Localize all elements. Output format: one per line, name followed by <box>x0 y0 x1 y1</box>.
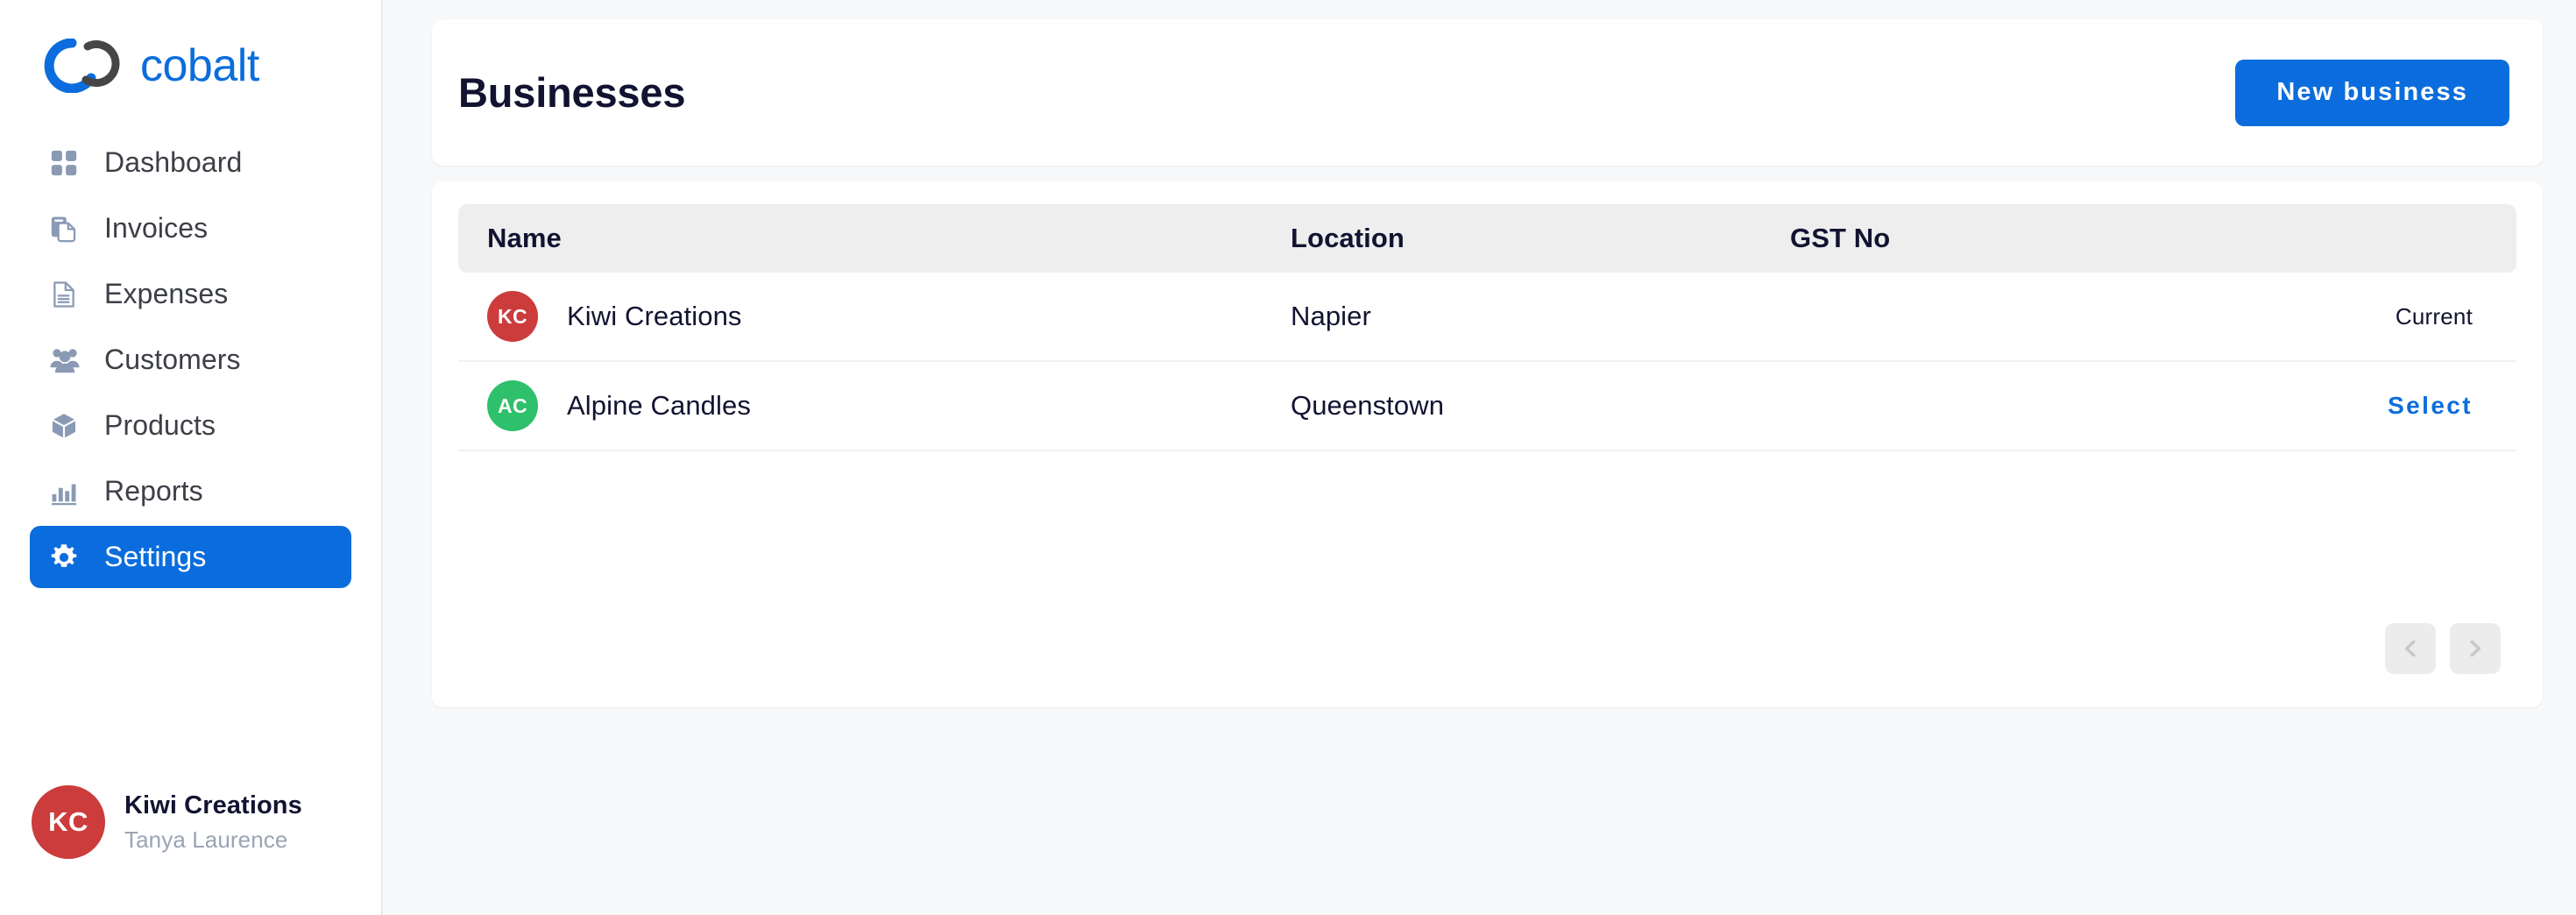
sidebar-item-label: Dashboard <box>104 146 243 178</box>
table-row[interactable]: AC Alpine Candles Queenstown Select <box>458 362 2516 451</box>
pagination <box>458 623 2516 681</box>
avatar: KC <box>487 291 538 342</box>
cell-location: Napier <box>1291 301 1371 331</box>
gear-icon <box>49 543 88 572</box>
cobalt-logo-icon: cobalt <box>44 39 260 93</box>
document-icon <box>49 280 88 309</box>
sidebar-item-reports[interactable]: Reports <box>30 460 351 522</box>
people-icon <box>49 344 88 376</box>
pagination-next-button[interactable] <box>2450 623 2501 674</box>
page-title: Businesses <box>458 69 686 116</box>
cube-icon <box>49 411 88 441</box>
avatar: AC <box>487 380 538 431</box>
sidebar-item-label: Products <box>104 409 216 441</box>
sidebar-item-invoices[interactable]: Invoices <box>30 197 351 259</box>
table-header-row: Name Location GST No <box>458 204 2516 273</box>
page-header-card: Businesses New business <box>432 19 2543 166</box>
grid-icon <box>49 148 88 178</box>
sidebar-user-profile[interactable]: KC Kiwi Creations Tanya Laurence <box>0 785 381 859</box>
main-content: Businesses New business Name Location GS… <box>383 0 2576 915</box>
bar-chart-icon <box>49 477 88 507</box>
user-person-name: Tanya Laurence <box>124 826 288 853</box>
chevron-right-icon <box>2470 640 2481 657</box>
sidebar-item-customers[interactable]: Customers <box>30 329 351 391</box>
sidebar-item-label: Settings <box>104 541 207 572</box>
status-badge: Current <box>2395 302 2473 330</box>
invoices-icon <box>49 214 88 244</box>
app-logo[interactable]: cobalt <box>0 0 381 131</box>
cell-action: Current <box>2227 303 2516 330</box>
column-header-name: Name <box>487 223 562 253</box>
column-header-location: Location <box>1291 223 1405 253</box>
sidebar-item-products[interactable]: Products <box>30 394 351 457</box>
sidebar-item-label: Customers <box>104 344 241 375</box>
user-text: Kiwi Creations Tanya Laurence <box>124 791 302 854</box>
sidebar-item-label: Expenses <box>104 278 229 309</box>
sidebar: cobalt Dashboard Invoices Expenses Custo… <box>0 0 383 915</box>
cell-name: KC Kiwi Creations <box>458 291 1291 342</box>
business-name: Kiwi Creations <box>567 301 742 331</box>
cell-action: Select <box>2227 392 2516 420</box>
user-business-name: Kiwi Creations <box>124 791 302 819</box>
select-business-link[interactable]: Select <box>2388 392 2473 419</box>
cell-name: AC Alpine Candles <box>458 380 1291 431</box>
avatar: KC <box>32 785 105 859</box>
sidebar-item-dashboard[interactable]: Dashboard <box>30 131 351 194</box>
sidebar-nav: Dashboard Invoices Expenses Customers Pr… <box>0 131 381 588</box>
sidebar-item-settings[interactable]: Settings <box>30 526 351 588</box>
column-header-gst-no: GST No <box>1790 223 1891 253</box>
cell-location: Queenstown <box>1291 390 1445 421</box>
pagination-prev-button[interactable] <box>2385 623 2436 674</box>
chevron-left-icon <box>2404 640 2416 657</box>
sidebar-item-label: Invoices <box>104 212 209 244</box>
table-row[interactable]: KC Kiwi Creations Napier Current <box>458 273 2516 362</box>
business-name: Alpine Candles <box>567 390 751 421</box>
sidebar-item-label: Reports <box>104 475 203 507</box>
sidebar-item-expenses[interactable]: Expenses <box>30 263 351 325</box>
businesses-table-card: Name Location GST No KC Kiwi Creations N… <box>432 181 2543 707</box>
svg-text:cobalt: cobalt <box>140 40 260 91</box>
new-business-button[interactable]: New business <box>2235 59 2509 126</box>
